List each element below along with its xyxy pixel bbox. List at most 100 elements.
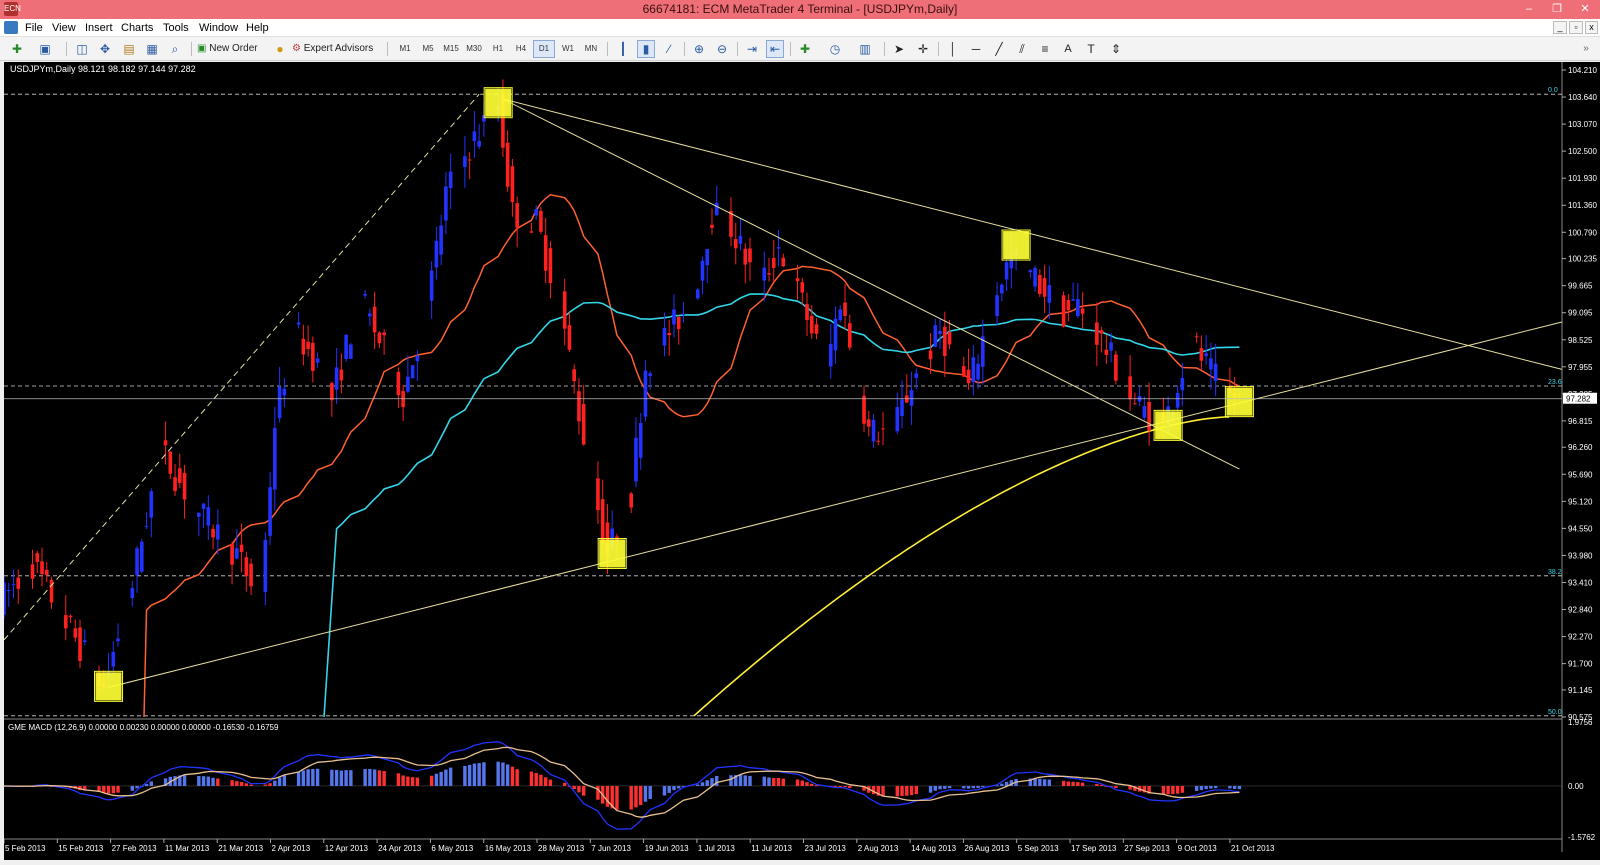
candle-body [273,427,277,490]
menu-charts[interactable]: Charts [121,22,153,34]
timeframe-m30[interactable]: M30 [463,40,485,58]
candle-body [729,210,733,237]
fibonacci-level-label: 0.0 [1548,87,1558,94]
menu-insert[interactable]: Insert [85,22,113,34]
macd-histogram-bar [1066,781,1071,786]
navigator-icon[interactable]: ✥ [96,40,114,58]
zoom-in-icon[interactable]: ⊕ [690,40,708,58]
candle-body [681,313,686,315]
menu-window[interactable]: Window [199,22,238,34]
cursor-icon[interactable]: ➤ [890,40,908,58]
restore-button[interactable]: ❐ [1544,0,1570,19]
minimize-button[interactable]: – [1516,0,1542,19]
candle-body [776,247,781,249]
mdi-restore-button[interactable]: ▫ [1569,21,1583,34]
macd-histogram-bar [696,784,700,786]
date-tick-label: 21 Oct 2013 [1231,844,1275,853]
current-price-label: 97.282 [1566,395,1591,404]
timeframe-mn[interactable]: MN [580,40,602,58]
macd-histogram-bar [572,785,576,789]
close-button[interactable]: ✕ [1572,0,1598,19]
toolbar-overflow-icon[interactable]: » [1578,40,1594,58]
vertical-line-icon[interactable]: │ [944,40,962,58]
candle-body [63,615,68,629]
new-order-button[interactable]: ▣ New Order [197,40,267,58]
macd-histogram-bar [515,769,519,786]
candle-body [947,332,952,345]
candle-body [116,638,120,642]
candle-body [82,640,87,643]
macd-histogram-bar [116,785,120,793]
menu-help[interactable]: Help [246,22,269,34]
text-label-icon[interactable]: T [1082,40,1100,58]
data-window-icon[interactable]: ⌕ [166,40,184,58]
profiles-icon[interactable]: ▣ [36,40,54,58]
macd-histogram-bar [130,785,134,791]
horizontal-line-icon[interactable]: ─ [967,40,985,58]
macd-header: GME MACD (12,26,9) 0.00000 0.00230 0.000… [8,723,279,732]
fibonacci-level-label: 23.6 [1548,379,1562,386]
candle-body [1209,358,1213,370]
candle-body [1204,353,1208,357]
timeframe-w1[interactable]: W1 [557,40,579,58]
terminal-icon[interactable]: ▤ [120,40,138,58]
line-chart-icon[interactable]: ∕ [660,40,678,58]
candle-body [1042,278,1047,297]
timeframe-m5[interactable]: M5 [417,40,439,58]
price-tick-label: 98.525 [1568,336,1593,345]
price-tick-label: 103.070 [1568,120,1597,129]
macd-histogram-bar [1161,785,1166,795]
mdi-close-button[interactable]: x [1585,21,1598,34]
candle-body [700,260,705,281]
chart-shift-icon[interactable]: ⇤ [766,40,784,58]
menu-bar: File View Insert Charts Tools Window Hel… [0,19,1600,37]
candle-body [68,615,73,618]
timeframe-m15[interactable]: M15 [440,40,462,58]
autoscroll-icon[interactable]: ⇥ [743,40,761,58]
macd-histogram-bar [1166,785,1170,795]
text-icon[interactable]: A [1059,40,1077,58]
candle-body [672,309,676,325]
new-chart-icon[interactable]: ✚ [8,40,26,58]
arrows-icon[interactable]: ⇕ [1107,40,1125,58]
candle-body [505,142,510,187]
macd-histogram-bar [315,768,320,786]
chart-window[interactable]: 0.0 23.6 38.2 50.0 104.210 103.640 103.070 102… [4,62,1600,860]
price-tick-label: 92.270 [1568,633,1593,642]
menu-file[interactable]: File [25,22,43,34]
expert-advisors-button[interactable]: ⚙ Expert Advisors [292,40,382,58]
chart-canvas[interactable]: 0.0 23.6 38.2 50.0 104.210 103.640 103.070 102… [4,62,1600,860]
menu-tools[interactable]: Tools [163,22,189,34]
fibonacci-icon[interactable]: ≡ [1036,40,1054,58]
candle-body [976,363,980,380]
equidistant-channel-icon[interactable]: ⫽ [1013,40,1031,58]
menu-view[interactable]: View [52,22,76,34]
candle-body [833,318,838,351]
date-tick-label: 14 Aug 2013 [911,844,956,853]
trendline-icon[interactable]: ╱ [990,40,1008,58]
alert-icon[interactable]: ● [271,40,289,58]
date-tick-label: 28 May 2013 [538,844,585,853]
macd-histogram-bar [843,785,847,788]
chart-window-icon[interactable] [4,21,18,34]
timeframe-h1[interactable]: H1 [487,40,509,58]
candle-body [206,507,211,526]
candlesticks-icon[interactable]: ▮ [637,40,655,58]
bar-chart-icon[interactable]: ┃ [614,40,632,58]
periods-icon[interactable]: ◷ [826,40,844,58]
timeframe-d1[interactable]: D1 [533,40,555,58]
templates-icon[interactable]: ▥ [856,40,874,58]
market-watch-icon[interactable]: ◫ [73,40,91,58]
timeframe-h4[interactable]: H4 [510,40,532,58]
indicators-icon[interactable]: ✚ [796,40,814,58]
candle-body [6,589,11,591]
candle-body [16,577,21,589]
candle-body [1109,342,1113,351]
candle-body [1128,376,1132,400]
candle-body [572,369,576,382]
crosshair-icon[interactable]: ✛ [914,40,932,58]
strategy-tester-icon[interactable]: ▦ [143,40,161,58]
zoom-out-icon[interactable]: ⊖ [713,40,731,58]
timeframe-m1[interactable]: M1 [394,40,416,58]
mdi-minimize-button[interactable]: _ [1553,21,1567,34]
